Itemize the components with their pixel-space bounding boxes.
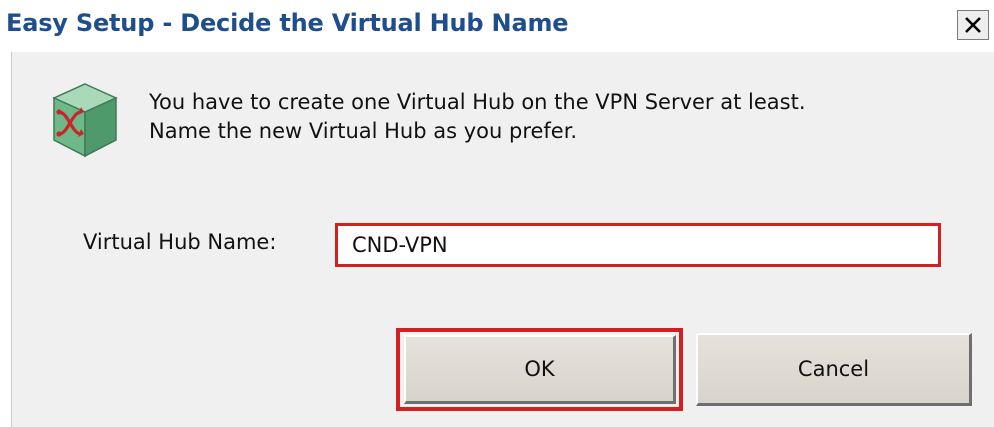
instruction-text: You have to create one Virtual Hub on th… xyxy=(149,88,806,146)
dialog-body: You have to create one Virtual Hub on th… xyxy=(11,52,994,427)
easy-setup-dialog: Easy Setup - Decide the Virtual Hub Name… xyxy=(0,0,994,427)
ok-button[interactable]: OK xyxy=(404,335,676,404)
window-title: Easy Setup - Decide the Virtual Hub Name xyxy=(6,9,569,37)
cancel-button[interactable]: Cancel xyxy=(696,333,972,406)
hub-name-input[interactable] xyxy=(335,223,941,267)
instruction-line-1: You have to create one Virtual Hub on th… xyxy=(149,90,806,114)
close-icon xyxy=(965,17,981,33)
virtual-hub-icon xyxy=(52,83,118,158)
close-button[interactable] xyxy=(957,10,989,40)
instruction-line-2: Name the new Virtual Hub as you prefer. xyxy=(149,119,578,143)
title-bar[interactable]: Easy Setup - Decide the Virtual Hub Name xyxy=(0,0,994,48)
hub-name-label: Virtual Hub Name: xyxy=(83,230,277,254)
